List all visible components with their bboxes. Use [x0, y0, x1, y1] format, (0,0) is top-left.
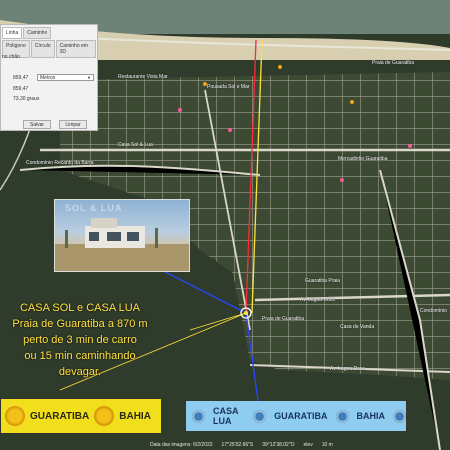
- caption-line: perto de 3 min de carro: [23, 334, 137, 346]
- street-label: Av. Lagoa Doce: [330, 366, 366, 372]
- place-label: Casa Sol & Lua: [118, 142, 153, 148]
- caption-line: ou 15 min caminhando: [24, 350, 136, 362]
- emblem-icon: [393, 409, 406, 423]
- map-pin-icon[interactable]: [178, 108, 182, 112]
- unit-select[interactable]: Metros ▼: [37, 74, 94, 81]
- place-label: Pousada Sol e Mar: [207, 84, 250, 90]
- measure-tabs: Linha Caminho: [1, 25, 97, 39]
- street-label: Av. Lagoa Doce: [300, 297, 336, 303]
- house-photo: SOL & LUA: [54, 199, 190, 272]
- emblem-icon: [335, 409, 349, 423]
- banner-text: BAHIA: [356, 411, 386, 421]
- casa-lua-banner: CASA LUA GUARATIBA BAHIA: [186, 401, 406, 431]
- banner-text: GUARATIBA: [30, 410, 90, 422]
- banner-text: CASA LUA: [213, 406, 239, 426]
- ground-label: no chão: [2, 54, 20, 60]
- tab-3d-path[interactable]: Caminho em 3D: [55, 40, 96, 58]
- banner-text: BAHIA: [119, 410, 151, 422]
- save-button[interactable]: Salvar: [23, 120, 51, 129]
- caption-line: CASA SOL e CASA LUA: [19, 302, 141, 314]
- map-pin-icon[interactable]: [350, 100, 354, 104]
- longitude: 39°12'38.02"O: [262, 442, 295, 448]
- emblem-icon: [192, 409, 205, 423]
- banner-text: GUARATIBA: [274, 411, 328, 421]
- caption-line: Praia de Guaratiba a 870 m: [12, 318, 148, 330]
- elevation-value: 10 m: [321, 442, 333, 448]
- unit-select-value: Metros: [40, 75, 56, 81]
- clear-button[interactable]: Limpar: [59, 120, 87, 129]
- street-label: Praia de Guaratiba: [262, 316, 304, 322]
- map-pin-icon[interactable]: [228, 128, 232, 132]
- place-label: Condomínio: [420, 308, 447, 314]
- street-label: Casa de Vanda: [340, 324, 375, 330]
- map-length-value: 859,47: [13, 86, 29, 92]
- tab-line[interactable]: Linha: [2, 27, 23, 39]
- caption-line: devagar.: [58, 366, 102, 378]
- map-pin-icon[interactable]: [408, 144, 412, 148]
- place-label: Guaratiba Praia: [305, 278, 341, 284]
- imagery-date: Data das imagens: 6/2/2022: [150, 442, 213, 448]
- tab-path[interactable]: Caminho: [23, 27, 52, 39]
- length-value: 859,47: [13, 75, 29, 81]
- place-label: Condomínio Recanto da Barra: [26, 160, 94, 166]
- elevation-label: elev: [303, 442, 313, 448]
- sun-icon: [94, 406, 115, 426]
- dropdown-arrow-icon: ▼: [87, 75, 91, 80]
- tab-circle[interactable]: Círculo: [30, 40, 55, 58]
- guaratiba-banner: GUARATIBA BAHIA: [0, 398, 162, 434]
- emblem-icon: [253, 409, 267, 423]
- map-pin-icon[interactable]: [340, 178, 344, 182]
- map-pin-icon[interactable]: [278, 65, 282, 69]
- sun-icon: [5, 406, 25, 426]
- place-label: Restaurante Vista Mar: [118, 74, 168, 80]
- caption: CASA SOL e CASA LUA Praia de Guaratiba a…: [0, 300, 160, 380]
- status-bar: Data das imagens: 6/2/2022 17°25'02.66"S…: [150, 440, 450, 450]
- beach-label: Praia de Guaratiba: [372, 60, 414, 66]
- place-label: Mercadinho Guaratiba: [338, 156, 388, 162]
- photo-title: SOL & LUA: [65, 203, 123, 213]
- latitude: 17°25'02.66"S: [221, 442, 254, 448]
- measure-panel: Linha Caminho Polígono Círculo Caminho e…: [0, 24, 98, 131]
- heading-value: 73,30 graus: [13, 96, 40, 102]
